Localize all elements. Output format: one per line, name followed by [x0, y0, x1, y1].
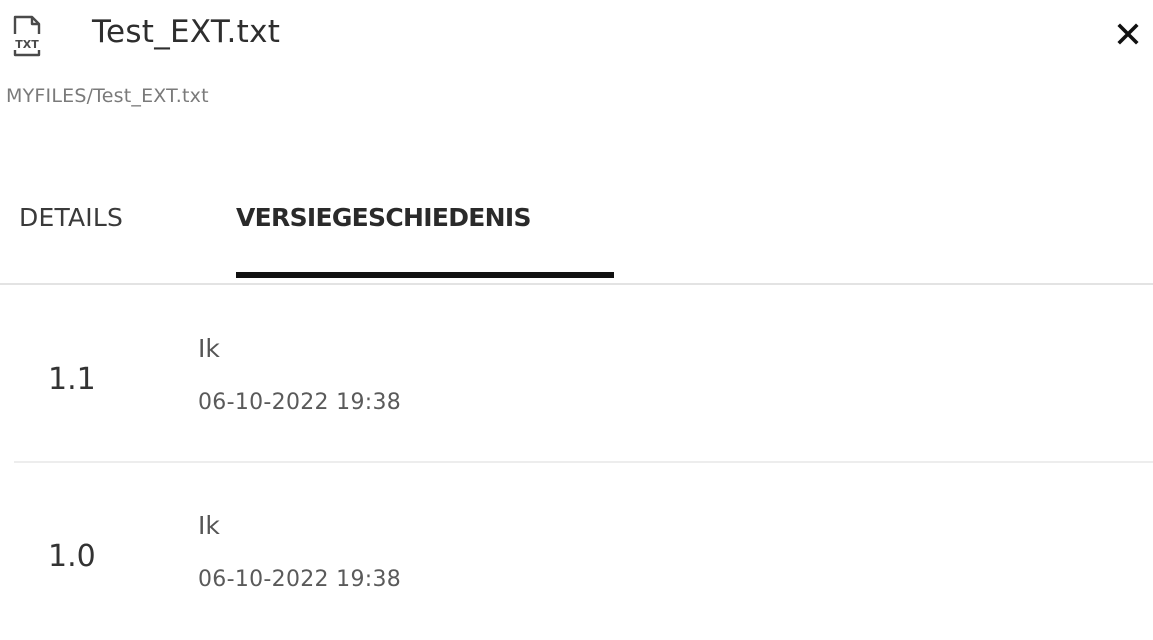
tab-details[interactable]: DETAILS [19, 198, 123, 238]
version-row[interactable]: 1.1 Ik 06-10-2022 19:38 [0, 286, 1153, 463]
file-type-label: TXT [15, 38, 39, 51]
close-icon [1117, 23, 1139, 45]
version-number: 1.1 [48, 362, 96, 397]
txt-file-icon: TXT [6, 12, 52, 58]
file-details-header: TXT Test_EXT.txt MYFILES/Test_EXT.txt [0, 0, 1153, 140]
breadcrumb: MYFILES/Test_EXT.txt [6, 85, 209, 107]
file-title: Test_EXT.txt [92, 14, 281, 50]
version-row[interactable]: 1.0 Ik 06-10-2022 19:38 [0, 463, 1153, 640]
version-date: 06-10-2022 19:38 [198, 390, 402, 415]
tabs-divider [0, 283, 1153, 285]
version-list: 1.1 Ik 06-10-2022 19:38 1.0 Ik 06-10-202… [0, 286, 1153, 640]
version-number: 1.0 [48, 539, 96, 574]
tab-bar: DETAILS VERSIEGESCHIEDENIS [0, 180, 1153, 286]
version-date: 06-10-2022 19:38 [198, 567, 402, 592]
close-button[interactable] [1108, 14, 1148, 54]
tab-version-history[interactable]: VERSIEGESCHIEDENIS [236, 198, 531, 238]
version-author: Ik [198, 511, 220, 540]
version-author: Ik [198, 334, 220, 363]
active-tab-indicator [236, 272, 614, 278]
